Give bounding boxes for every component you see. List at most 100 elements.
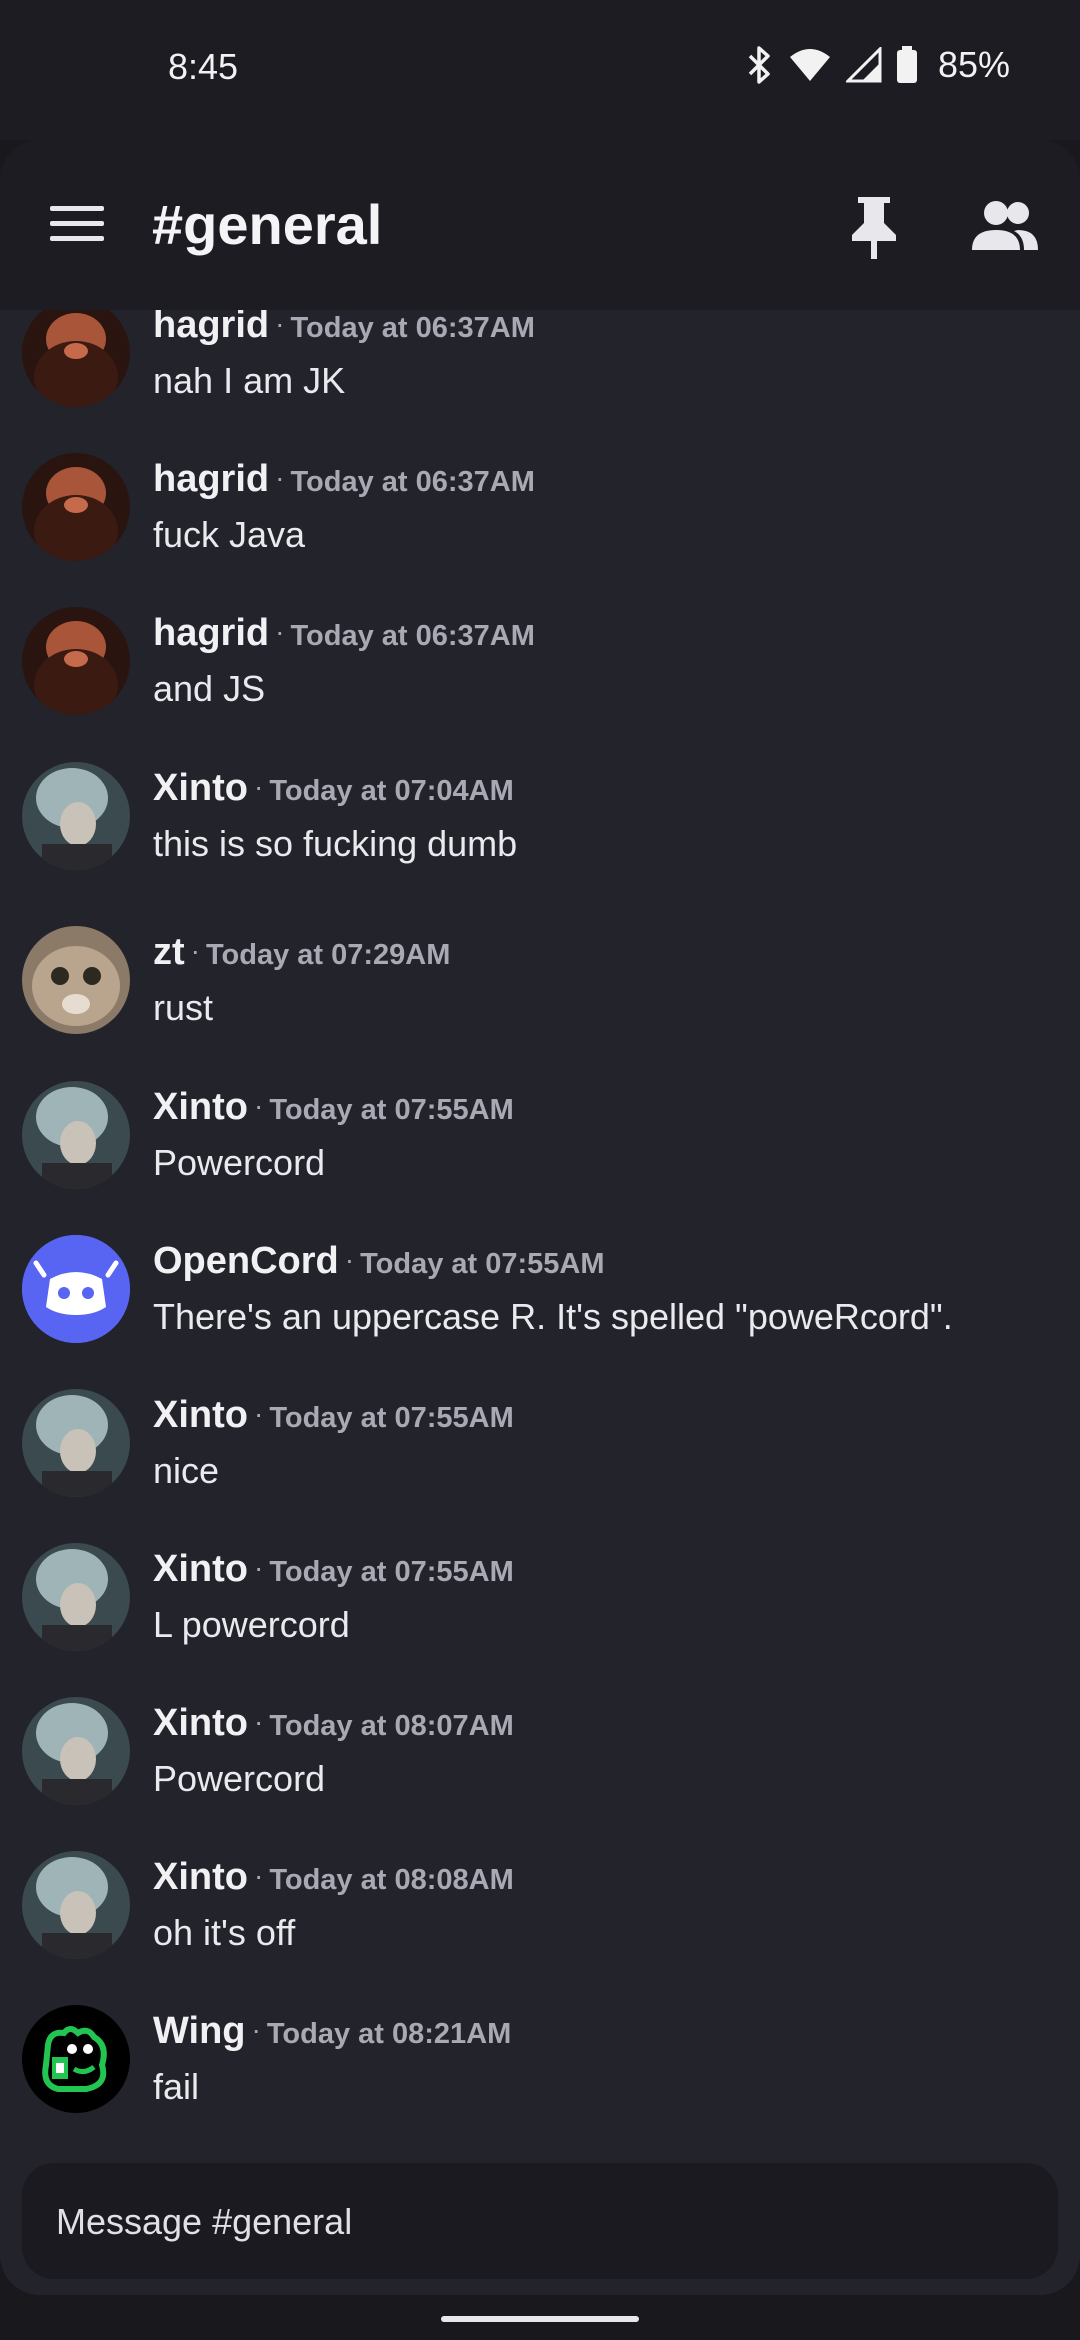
timestamp: Today at 08:08AM <box>269 1864 514 1896</box>
avatar-xinto[interactable] <box>22 762 130 870</box>
timestamp: Today at 08:21AM <box>266 2018 512 2050</box>
separator-dot: · <box>275 462 285 493</box>
message-item[interactable]: OpenCord · Today at 07:55AM There's an upp… <box>0 1235 1080 1394</box>
avatar-hagrid[interactable] <box>22 453 130 561</box>
message-header: Xinto · Today at 07:55AM <box>153 1394 514 1437</box>
status-icons: 85% <box>744 44 1010 86</box>
message-text: L powercord <box>153 1604 350 1645</box>
message-text: this is so fucking dumb <box>153 823 518 864</box>
author-name[interactable]: hagrid <box>153 310 269 346</box>
channel-header: #general <box>0 140 1080 310</box>
message-item[interactable]: Xinto · Today at 07:55AM L powercord <box>0 1543 1080 1702</box>
avatar-xinto[interactable] <box>22 1389 130 1497</box>
avatar-hagrid[interactable] <box>22 310 130 407</box>
separator-dot: · <box>275 616 285 647</box>
avatar-opencord-bot[interactable] <box>22 1235 130 1343</box>
battery-percentage: 85% <box>937 44 1010 85</box>
message-item[interactable]: hagrid · Today at 06:37AM fuck Java <box>0 453 1080 612</box>
author-name[interactable]: Xinto <box>153 1086 248 1128</box>
author-name[interactable]: Xinto <box>153 1548 248 1590</box>
message-text: rust <box>153 987 214 1028</box>
message-header: hagrid · Today at 06:37AM <box>153 612 535 655</box>
separator-dot: · <box>253 1552 264 1583</box>
message-item[interactable]: hagrid · Today at 06:37AM and JS <box>0 607 1080 766</box>
author-name[interactable]: Xinto <box>153 1702 248 1744</box>
avatar-zt[interactable] <box>22 926 130 1034</box>
bluetooth-icon <box>748 46 770 84</box>
message-header: Wing · Today at 08:21AM <box>153 2010 511 2053</box>
message-header: zt · Today at 07:29AM <box>153 931 450 974</box>
message-header: Xinto · Today at 07:04AM <box>153 767 514 810</box>
avatar-hagrid[interactable] <box>22 607 130 715</box>
message-text: Powercord <box>153 1758 326 1799</box>
message-item[interactable]: Wing · Today at 08:21AM fail <box>0 2005 1080 2164</box>
timestamp: Today at 08:07AM <box>269 1710 514 1742</box>
wifi-icon <box>789 49 830 81</box>
timestamp: Today at 06:37AM <box>290 312 535 344</box>
message-header: Xinto · Today at 08:07AM <box>153 1702 514 1745</box>
status-bar: 8:45 85% <box>0 0 1080 140</box>
author-name[interactable]: hagrid <box>153 612 269 654</box>
message-header: Xinto · Today at 08:08AM <box>153 1856 514 1899</box>
cellular-signal-icon <box>845 47 882 83</box>
message-text: nah I am JK <box>153 360 346 401</box>
avatar-xinto[interactable] <box>22 1081 130 1189</box>
message-header: hagrid · Today at 06:37AM <box>153 310 535 347</box>
battery-icon <box>896 46 917 83</box>
pin-icon[interactable] <box>846 195 902 261</box>
separator-dot: · <box>275 310 285 339</box>
message-item[interactable]: Xinto · Today at 07:04AM this is so fuckin… <box>0 762 1080 921</box>
timestamp: Today at 07:55AM <box>360 1248 605 1280</box>
message-text: fail <box>153 2066 200 2107</box>
channel-title: #general <box>152 193 383 256</box>
author-name[interactable]: Xinto <box>153 1394 248 1436</box>
avatar-xinto[interactable] <box>22 1851 130 1959</box>
message-input-placeholder[interactable]: Message #general <box>56 2201 352 2243</box>
chat-surface: #general hagrid · Today at 06:37AM nah I… <box>0 140 1080 2295</box>
separator-dot: · <box>190 935 200 966</box>
hamburger-menu-icon[interactable] <box>50 204 104 244</box>
timestamp: Today at 07:04AM <box>269 775 514 807</box>
message-text: fuck Java <box>153 514 306 555</box>
separator-dot: · <box>253 771 264 802</box>
author-name[interactable]: Wing <box>153 2010 246 2052</box>
timestamp: Today at 07:29AM <box>205 939 451 971</box>
message-header: Xinto · Today at 07:55AM <box>153 1548 514 1591</box>
message-text: nice <box>153 1450 220 1491</box>
timestamp: Today at 07:55AM <box>269 1556 514 1588</box>
message-text: oh it's off <box>153 1912 296 1953</box>
home-indicator[interactable] <box>441 2316 639 2322</box>
separator-dot: · <box>253 1860 264 1891</box>
timestamp: Today at 07:55AM <box>269 1402 514 1434</box>
separator-dot: · <box>253 1398 264 1429</box>
message-header: OpenCord · Today at 07:55AM <box>153 1240 605 1283</box>
author-name[interactable]: hagrid <box>153 458 269 500</box>
timestamp: Today at 07:55AM <box>269 1094 514 1126</box>
message-header: Xinto · Today at 07:55AM <box>153 1086 514 1129</box>
avatar-xinto[interactable] <box>22 1543 130 1651</box>
message-text: Powercord <box>153 1142 326 1183</box>
message-item[interactable]: Xinto · Today at 07:55AM nice <box>0 1389 1080 1548</box>
separator-dot: · <box>251 2014 261 2045</box>
separator-dot: · <box>253 1706 264 1737</box>
message-composer[interactable]: Message #general <box>22 2163 1058 2279</box>
avatar-wing[interactable] <box>22 2005 130 2113</box>
message-item[interactable]: hagrid · Today at 06:37AM nah I am JK <box>0 310 1080 458</box>
message-item[interactable]: zt · Today at 07:29AM rust <box>0 926 1080 1085</box>
author-name[interactable]: Xinto <box>153 767 248 809</box>
message-item[interactable]: Xinto · Today at 08:07AM Powercord <box>0 1697 1080 1856</box>
avatar-xinto[interactable] <box>22 1697 130 1805</box>
separator-dot: · <box>253 1090 264 1121</box>
message-text: There's an uppercase R. It's spelled "po… <box>153 1296 953 1337</box>
message-list[interactable]: hagrid · Today at 06:37AM nah I am JK hagr… <box>0 310 1080 2295</box>
author-name[interactable]: Xinto <box>153 1856 248 1898</box>
status-time: 8:45 <box>168 46 239 87</box>
message-item[interactable]: Xinto · Today at 08:08AM oh it's off <box>0 1851 1080 2010</box>
separator-dot: · <box>344 1244 355 1275</box>
members-icon[interactable] <box>972 200 1038 252</box>
timestamp: Today at 06:37AM <box>290 466 535 498</box>
author-name[interactable]: OpenCord <box>153 1240 339 1282</box>
author-name[interactable]: zt <box>153 931 185 973</box>
message-text: and JS <box>153 668 266 709</box>
message-item[interactable]: Xinto · Today at 07:55AM Powercord <box>0 1081 1080 1240</box>
